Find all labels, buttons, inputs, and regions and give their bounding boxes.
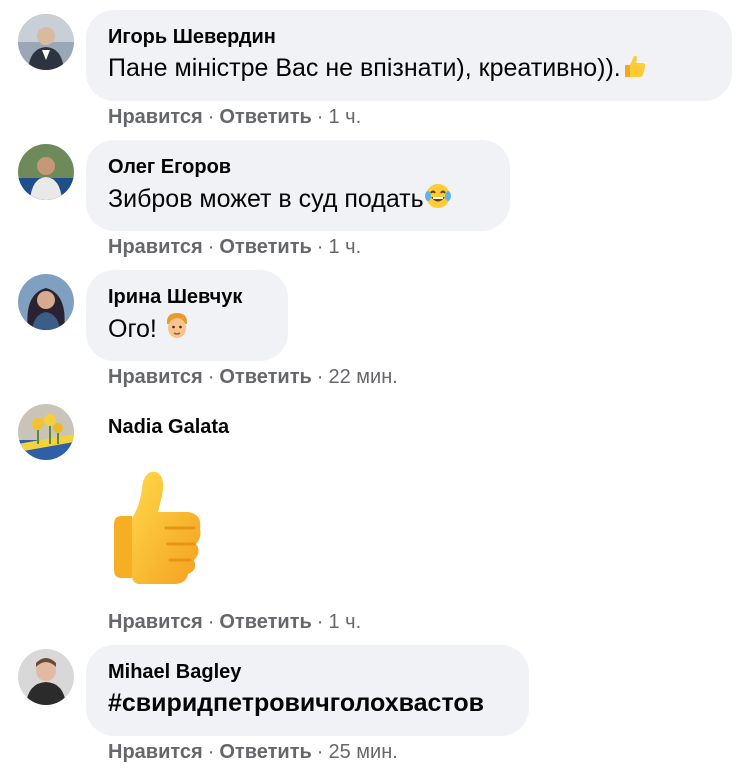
timestamp[interactable]: 1 ч. [328, 236, 361, 258]
man-face-icon [164, 312, 190, 349]
comment-text-body: Зибров может в суд подать [108, 185, 424, 213]
avatar[interactable] [18, 144, 74, 200]
comment-text: Зибров может в суд подать [108, 182, 488, 219]
avatar[interactable] [18, 649, 74, 705]
comment-bubble: Олег Егоров Зибров может в суд подать [86, 140, 510, 231]
avatar[interactable] [18, 274, 74, 330]
reply-link[interactable]: Ответить [219, 741, 311, 763]
timestamp[interactable]: 22 мин. [328, 366, 397, 388]
comment-text-body: Ого! [108, 315, 164, 343]
avatar[interactable] [18, 404, 74, 460]
like-link[interactable]: Нравится [108, 366, 203, 388]
comment-author[interactable]: Ірина Шевчук [108, 285, 266, 309]
reply-link[interactable]: Ответить [219, 106, 311, 128]
thumbs-up-icon [621, 53, 647, 88]
like-link[interactable]: Нравится [108, 236, 203, 258]
reply-link[interactable]: Ответить [219, 611, 311, 633]
comment-bubble: Mihael Bagley #свиридпетровичголохвастов [86, 645, 529, 736]
comment-author[interactable]: Олег Егоров [108, 155, 488, 179]
comment-actions: Нравится · Ответить · 25 мин. [108, 741, 398, 763]
timestamp[interactable]: 1 ч. [328, 611, 361, 633]
reply-link[interactable]: Ответить [219, 236, 311, 258]
comment-author[interactable]: Nadia Galata [108, 416, 229, 439]
comment-text: Ого! [108, 312, 266, 349]
comment-actions: Нравится · Ответить · 1 ч. [108, 106, 362, 128]
hashtag-link[interactable]: #свиридпетровичголохвастов [108, 689, 484, 717]
comment-bubble: Игорь Шевердин Пане міністре Вас не впіз… [86, 10, 732, 101]
comment-author[interactable]: Игорь Шевердин [108, 25, 710, 49]
comment-actions: Нравится · Ответить · 22 мин. [108, 366, 398, 388]
comment-actions: Нравится · Ответить · 1 ч. [108, 611, 362, 633]
tears-of-joy-icon [424, 182, 452, 219]
comment-text: Пане міністре Вас не впізнати), креативн… [108, 52, 710, 88]
like-link[interactable]: Нравится [108, 106, 203, 128]
like-link[interactable]: Нравится [108, 611, 203, 633]
comment-text[interactable]: #свиридпетровичголохвастов [108, 687, 507, 720]
thumbs-up-sticker[interactable] [104, 466, 208, 593]
comment-text-body: Пане міністре Вас не впізнати), креативн… [108, 54, 621, 82]
comment-bubble: Ірина Шевчук Ого! [86, 270, 288, 361]
timestamp[interactable]: 25 мин. [328, 741, 397, 763]
comment-actions: Нравится · Ответить · 1 ч. [108, 236, 362, 258]
timestamp[interactable]: 1 ч. [328, 106, 361, 128]
comment-author[interactable]: Mihael Bagley [108, 660, 507, 684]
like-link[interactable]: Нравится [108, 741, 203, 763]
reply-link[interactable]: Ответить [219, 366, 311, 388]
avatar[interactable] [18, 14, 74, 70]
